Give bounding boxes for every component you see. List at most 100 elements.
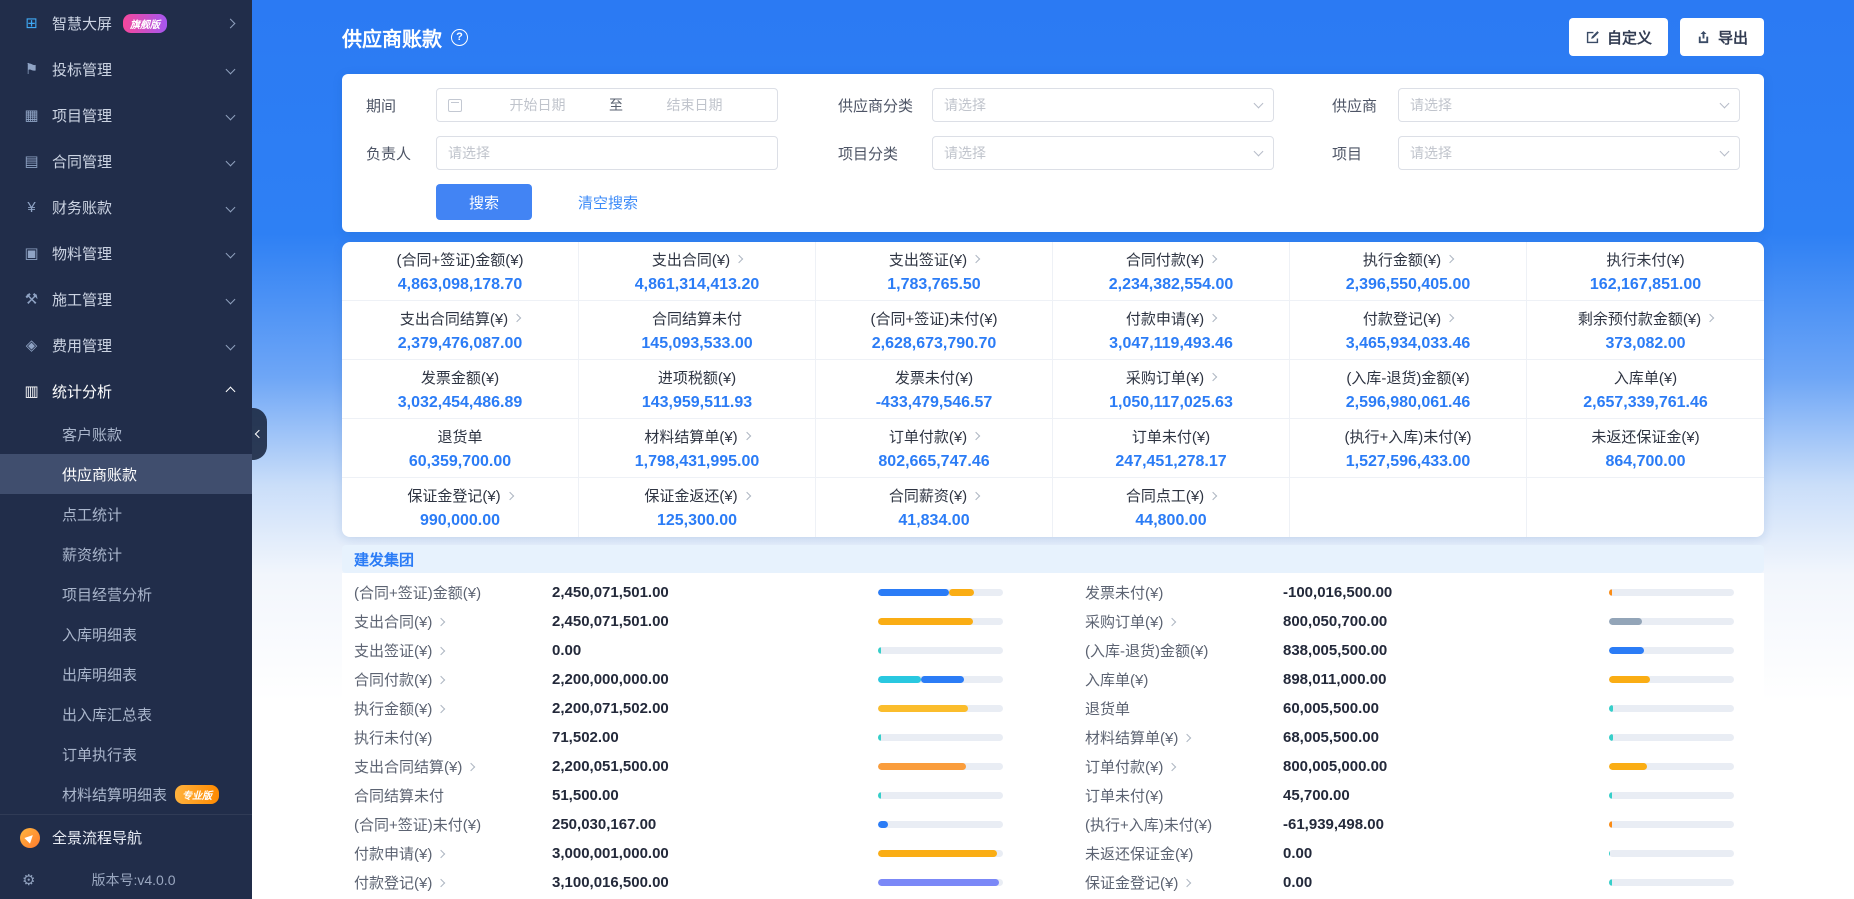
stat-cell[interactable]: 支出合同结算(¥)2,379,476,087.00	[342, 301, 579, 360]
metric-label[interactable]: 付款申请(¥)	[354, 843, 552, 864]
metric-value: -100,016,500.00	[1283, 584, 1609, 601]
stat-cell[interactable]: 保证金返还(¥)125,300.00	[579, 478, 816, 537]
metric-value: 68,005,500.00	[1283, 729, 1609, 746]
gear-icon[interactable]: ⚙	[22, 871, 35, 889]
stat-cell[interactable]: 剩余预付款金额(¥)373,082.00	[1527, 301, 1764, 360]
stat-cell[interactable]: 合同点工(¥)44,800.00	[1053, 478, 1290, 537]
sidebar-item-label: 物料管理	[52, 243, 112, 264]
stat-cell[interactable]: 支出合同(¥)4,861,314,413.20	[579, 242, 816, 301]
sidebar-item-flow-navigation[interactable]: 全景流程导航	[0, 814, 252, 860]
sidebar-item-bidding[interactable]: ⚑投标管理	[0, 46, 252, 92]
sidebar: ⊞智慧大屏旗舰版⚑投标管理▦项目管理▤合同管理¥财务账款▣物料管理⚒施工管理◈费…	[0, 0, 252, 899]
sidebar-item-contract[interactable]: ▤合同管理	[0, 138, 252, 184]
sidebar-subitem-order-execution[interactable]: 订单执行表	[0, 734, 252, 774]
sidebar-subitem-material-settlement-detail[interactable]: 材料结算明细表专业版	[0, 774, 252, 814]
stat-cell[interactable]: 执行金额(¥)2,396,550,405.00	[1290, 242, 1527, 301]
date-separator: 至	[609, 95, 623, 115]
flow-nav-label: 全景流程导航	[52, 827, 142, 848]
sidebar-subitem-daywork-stats[interactable]: 点工统计	[0, 494, 252, 534]
sidebar-item-smart-screen[interactable]: ⊞智慧大屏旗舰版	[0, 0, 252, 46]
metric-value: 2,200,000,000.00	[552, 671, 878, 688]
stat-label: 付款申请(¥)	[1126, 308, 1216, 329]
sidebar-subitem-salary-stats[interactable]: 薪资统计	[0, 534, 252, 574]
stat-value: 247,451,278.17	[1115, 453, 1226, 471]
company-header-band[interactable]: 建发集团	[342, 545, 1764, 573]
project-label: 项目	[1332, 143, 1398, 164]
stat-cell[interactable]: 付款申请(¥)3,047,119,493.46	[1053, 301, 1290, 360]
sidebar-item-construction[interactable]: ⚒施工管理	[0, 276, 252, 322]
stat-cell[interactable]: 付款登记(¥)3,465,934,033.46	[1290, 301, 1527, 360]
chevron-down-icon	[226, 64, 236, 74]
project-category-label: 项目分类	[838, 143, 932, 164]
chevron-right-icon	[735, 255, 743, 263]
stat-label: 支出签证(¥)	[889, 249, 979, 270]
progress-bar	[1609, 676, 1734, 683]
sidebar-item-expense[interactable]: ◈费用管理	[0, 322, 252, 368]
owner-input[interactable]: 请选择	[436, 136, 778, 170]
date-range-input[interactable]: 开始日期 至 结束日期	[436, 88, 778, 122]
company-metric-row: 支出签证(¥)0.00	[354, 636, 1021, 665]
sidebar-subitem-label: 薪资统计	[62, 544, 122, 565]
sidebar-item-label: 统计分析	[52, 381, 112, 402]
sidebar-item-material[interactable]: ▣物料管理	[0, 230, 252, 276]
stat-cell[interactable]: 合同付款(¥)2,234,382,554.00	[1053, 242, 1290, 301]
supplier-select[interactable]: 请选择	[1398, 88, 1740, 122]
project-select[interactable]: 请选择	[1398, 136, 1740, 170]
sidebar-item-statistics[interactable]: ▥统计分析	[0, 368, 252, 414]
stat-label: 保证金登记(¥)	[407, 485, 512, 506]
metric-label[interactable]: 执行金额(¥)	[354, 698, 552, 719]
metric-label[interactable]: 支出合同(¥)	[354, 611, 552, 632]
clear-search-link[interactable]: 清空搜索	[578, 192, 638, 213]
metric-value: 2,200,071,502.00	[552, 700, 878, 717]
chevron-right-icon	[1209, 314, 1217, 322]
stat-label: 剩余预付款金额(¥)	[1578, 308, 1713, 329]
metric-label: (入库-退货)金额(¥)	[1085, 640, 1283, 661]
metric-label[interactable]: 材料结算单(¥)	[1085, 727, 1283, 748]
company-metric-row: 支出合同(¥)2,450,071,501.00	[354, 607, 1021, 636]
metric-label[interactable]: 支出合同结算(¥)	[354, 756, 552, 777]
progress-bar-segment	[878, 734, 881, 741]
chevron-right-icon	[1168, 617, 1176, 625]
sidebar-item-label: 投标管理	[52, 59, 112, 80]
metric-label[interactable]: 支出签证(¥)	[354, 640, 552, 661]
export-button[interactable]: 导出	[1680, 18, 1764, 56]
stat-cell[interactable]: 合同薪资(¥)41,834.00	[816, 478, 1053, 537]
stat-cell: 进项税额(¥)143,959,511.93	[579, 360, 816, 419]
progress-bar	[1609, 618, 1734, 625]
sidebar-item-finance[interactable]: ¥财务账款	[0, 184, 252, 230]
supplier-category-select[interactable]: 请选择	[932, 88, 1274, 122]
metric-value: 2,200,051,500.00	[552, 758, 878, 775]
sidebar-subitem-inbound-detail[interactable]: 入库明细表	[0, 614, 252, 654]
sidebar-subitem-supplier-accounts[interactable]: 供应商账款	[0, 454, 252, 494]
chevron-right-icon	[437, 646, 445, 654]
stat-label: (合同+签证)金额(¥)	[396, 249, 523, 270]
sidebar-subitem-label: 出库明细表	[62, 664, 137, 685]
stat-value: 4,863,098,178.70	[398, 276, 523, 294]
sidebar-subitem-project-analysis[interactable]: 项目经营分析	[0, 574, 252, 614]
company-metric-row: 执行金额(¥)2,200,071,502.00	[354, 694, 1021, 723]
metric-label[interactable]: 采购订单(¥)	[1085, 611, 1283, 632]
customize-button[interactable]: 自定义	[1569, 18, 1668, 56]
sidebar-subitem-customer-accounts[interactable]: 客户账款	[0, 414, 252, 454]
project-category-select[interactable]: 请选择	[932, 136, 1274, 170]
sidebar-subitem-inout-summary[interactable]: 出入库汇总表	[0, 694, 252, 734]
chevron-left-icon	[254, 430, 262, 438]
progress-bar	[1609, 734, 1734, 741]
sidebar-collapse-button[interactable]	[252, 408, 267, 460]
sidebar-subitem-outbound-detail[interactable]: 出库明细表	[0, 654, 252, 694]
progress-bar-segment	[878, 676, 921, 683]
metric-label[interactable]: 保证金登记(¥)	[1085, 872, 1283, 893]
stat-cell[interactable]: 材料结算单(¥)1,798,431,995.00	[579, 419, 816, 478]
metric-label[interactable]: 付款登记(¥)	[354, 872, 552, 893]
stat-cell[interactable]: 采购订单(¥)1,050,117,025.63	[1053, 360, 1290, 419]
stat-cell[interactable]: 订单付款(¥)802,665,747.46	[816, 419, 1053, 478]
metric-label[interactable]: 订单付款(¥)	[1085, 756, 1283, 777]
search-button[interactable]: 搜索	[436, 184, 532, 220]
chevron-down-icon	[226, 294, 236, 304]
period-field: 期间 开始日期 至 结束日期	[366, 88, 838, 122]
stat-cell[interactable]: 支出签证(¥)1,783,765.50	[816, 242, 1053, 301]
help-icon[interactable]: ?	[451, 29, 468, 46]
sidebar-item-project[interactable]: ▦项目管理	[0, 92, 252, 138]
metric-label[interactable]: 合同付款(¥)	[354, 669, 552, 690]
stat-cell[interactable]: 保证金登记(¥)990,000.00	[342, 478, 579, 537]
